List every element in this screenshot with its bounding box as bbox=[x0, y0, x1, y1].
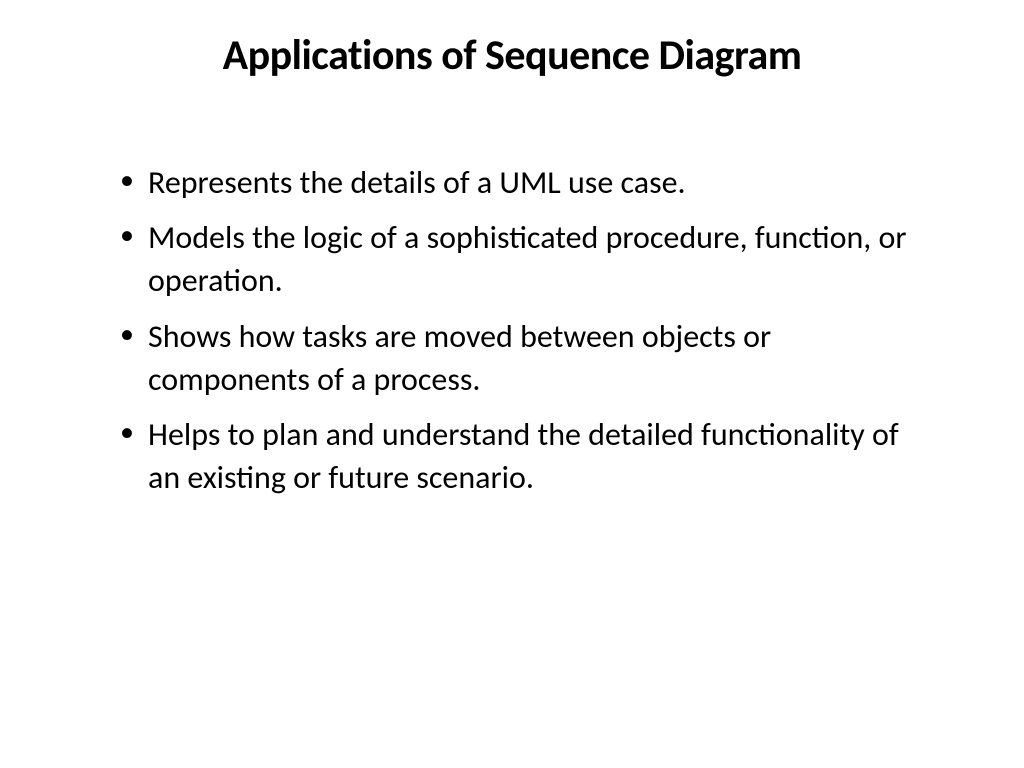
list-item: Models the logic of a sophisticated proc… bbox=[120, 216, 934, 302]
list-item: Helps to plan and understand the detaile… bbox=[120, 413, 934, 499]
bullet-list: Represents the details of a UML use case… bbox=[90, 161, 934, 499]
slide-title: Applications of Sequence Diagram bbox=[90, 30, 934, 81]
list-item: Shows how tasks are moved between object… bbox=[120, 315, 934, 401]
slide-container: Applications of Sequence Diagram Represe… bbox=[0, 0, 1024, 768]
list-item: Represents the details of a UML use case… bbox=[120, 161, 934, 204]
